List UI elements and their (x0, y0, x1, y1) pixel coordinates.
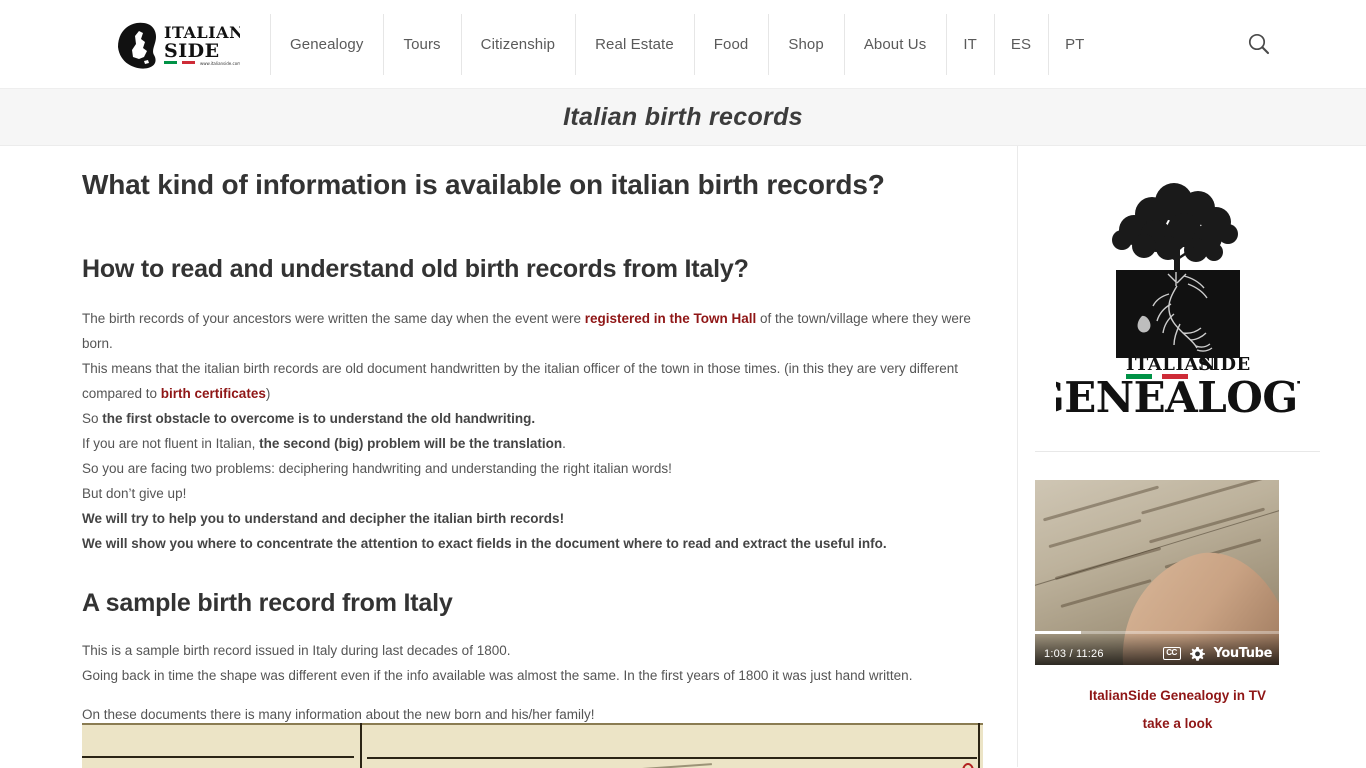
nav-label: IT (963, 36, 977, 53)
search-icon[interactable] (1246, 31, 1272, 57)
page-title-band: Italian birth records (0, 89, 1366, 146)
sidebar-divider (1035, 451, 1320, 452)
paragraph-first-obstacle: So the first obstacle to overcome is to … (82, 406, 983, 431)
closed-captions-icon[interactable]: CC (1162, 647, 1181, 660)
video-caption-line-2: take a look (1142, 716, 1213, 731)
video-progress-fill (1035, 631, 1082, 634)
widget-video: 1:03 / 11:26 CC YouTube ItalianSide Gene… (1035, 480, 1320, 738)
site-header: ITALIAN SIDE www.italianside.com Genealo… (0, 0, 1366, 89)
page-body: What kind of information is available on… (0, 146, 1366, 768)
page-title: Italian birth records (563, 102, 803, 131)
nav-item-lang-it[interactable]: IT (946, 0, 994, 89)
nav-item-lang-es[interactable]: ES (993, 0, 1048, 89)
gear-icon[interactable] (1189, 646, 1205, 661)
paragraph-translation: If you are not fluent in Italian, the se… (82, 431, 983, 456)
video-controls: CC YouTube (1162, 646, 1273, 661)
video-timestamp: 1:03 / 11:26 (1044, 648, 1104, 660)
nav-label: Citizenship (480, 36, 556, 53)
italianside-genealogy-logo-icon: ITALIAN SIDE GENEALOGY (1056, 183, 1300, 422)
article-title: What kind of information is available on… (82, 169, 885, 200)
section-heading-sample-record: A sample birth record from Italy (82, 588, 453, 617)
nav-label: PT (1065, 36, 1085, 53)
nav-item-food[interactable]: Food (693, 0, 769, 89)
site-logo[interactable]: ITALIAN SIDE www.italianside.com (110, 17, 240, 73)
main-navigation: Genealogy Tours Citizenship Real Estate … (270, 0, 1101, 89)
nav-label: Real Estate (595, 36, 674, 53)
nav-label: Genealogy (290, 36, 364, 53)
link-registered-town-hall[interactable]: registered in the Town Hall (585, 311, 757, 326)
paragraph-dont-give-up: But don’t give up! (82, 485, 187, 501)
svg-text:www.italianside.com: www.italianside.com (200, 61, 240, 66)
link-birth-certificates[interactable]: birth certificates (161, 386, 266, 401)
paragraph-two-problems: So you are facing two problems: decipher… (82, 460, 672, 476)
paragraph-text: If you are not fluent in Italian, (82, 435, 260, 451)
nav-item-shop[interactable]: Shop (768, 0, 843, 89)
nav-item-citizenship[interactable]: Citizenship (460, 0, 575, 89)
video-caption-line-1: ItalianSide Genealogy in TV (1088, 688, 1267, 703)
svg-text:SIDE: SIDE (164, 40, 220, 62)
paragraph-handwritten: This means that the italian birth record… (82, 356, 983, 406)
nav-item-genealogy[interactable]: Genealogy (270, 0, 383, 89)
youtube-logo[interactable]: YouTube (1214, 646, 1273, 661)
nav-item-real-estate[interactable]: Real Estate (575, 0, 694, 89)
paragraph-we-will-try: We will try to help you to understand an… (82, 506, 983, 531)
paragraph-text: So (82, 410, 103, 426)
paragraph-text: . (562, 435, 566, 451)
birth-record-image (82, 723, 983, 768)
italianside-logo-icon: ITALIAN SIDE www.italianside.com (118, 22, 240, 69)
svg-text:GENEALOGY: GENEALOGY (1056, 373, 1300, 422)
svg-text:SIDE: SIDE (1198, 354, 1251, 375)
paragraph-we-will-show: We will show you where to concentrate th… (82, 531, 983, 556)
widget-genealogy-logo[interactable]: ITALIAN SIDE GENEALOGY (1035, 168, 1320, 429)
nav-label: Tours (403, 36, 441, 53)
paragraph-town-hall: The birth records of your ancestors were… (82, 306, 983, 356)
section-heading-how-to-read: How to read and understand old birth rec… (82, 254, 749, 283)
nav-item-about-us[interactable]: About Us (843, 0, 947, 89)
video-control-bar[interactable]: 1:03 / 11:26 CC YouTube (1035, 631, 1279, 665)
nav-item-tours[interactable]: Tours (383, 0, 460, 89)
youtube-video-player[interactable]: 1:03 / 11:26 CC YouTube (1035, 480, 1279, 665)
paragraph-text: The birth records of your ancestors were… (82, 310, 585, 326)
nav-item-lang-pt[interactable]: PT (1048, 0, 1101, 89)
video-caption[interactable]: ItalianSide Genealogy in TV take a look (1035, 682, 1320, 738)
paragraph-sample-1800: This is a sample birth record issued in … (82, 642, 511, 658)
paragraph-bold: We will show you where to concentrate th… (82, 535, 887, 551)
nav-label: About Us (863, 36, 927, 53)
nav-label: ES (1010, 36, 1032, 53)
main-content: What kind of information is available on… (0, 146, 1018, 768)
paragraph-text: ) (265, 385, 271, 401)
paragraph-bold: the second (big) problem will be the tra… (259, 435, 563, 451)
nav-label: Shop (788, 36, 824, 53)
paragraph-bold: We will try to help you to understand an… (82, 510, 565, 526)
nav-label: Food (713, 36, 749, 53)
paragraph-bold: the first obstacle to overcome is to und… (102, 410, 536, 426)
sidebar: ITALIAN SIDE GENEALOGY (1018, 146, 1366, 767)
video-progress-track[interactable] (1035, 631, 1279, 634)
paragraph-going-back: Going back in time the shape was differe… (82, 667, 913, 683)
